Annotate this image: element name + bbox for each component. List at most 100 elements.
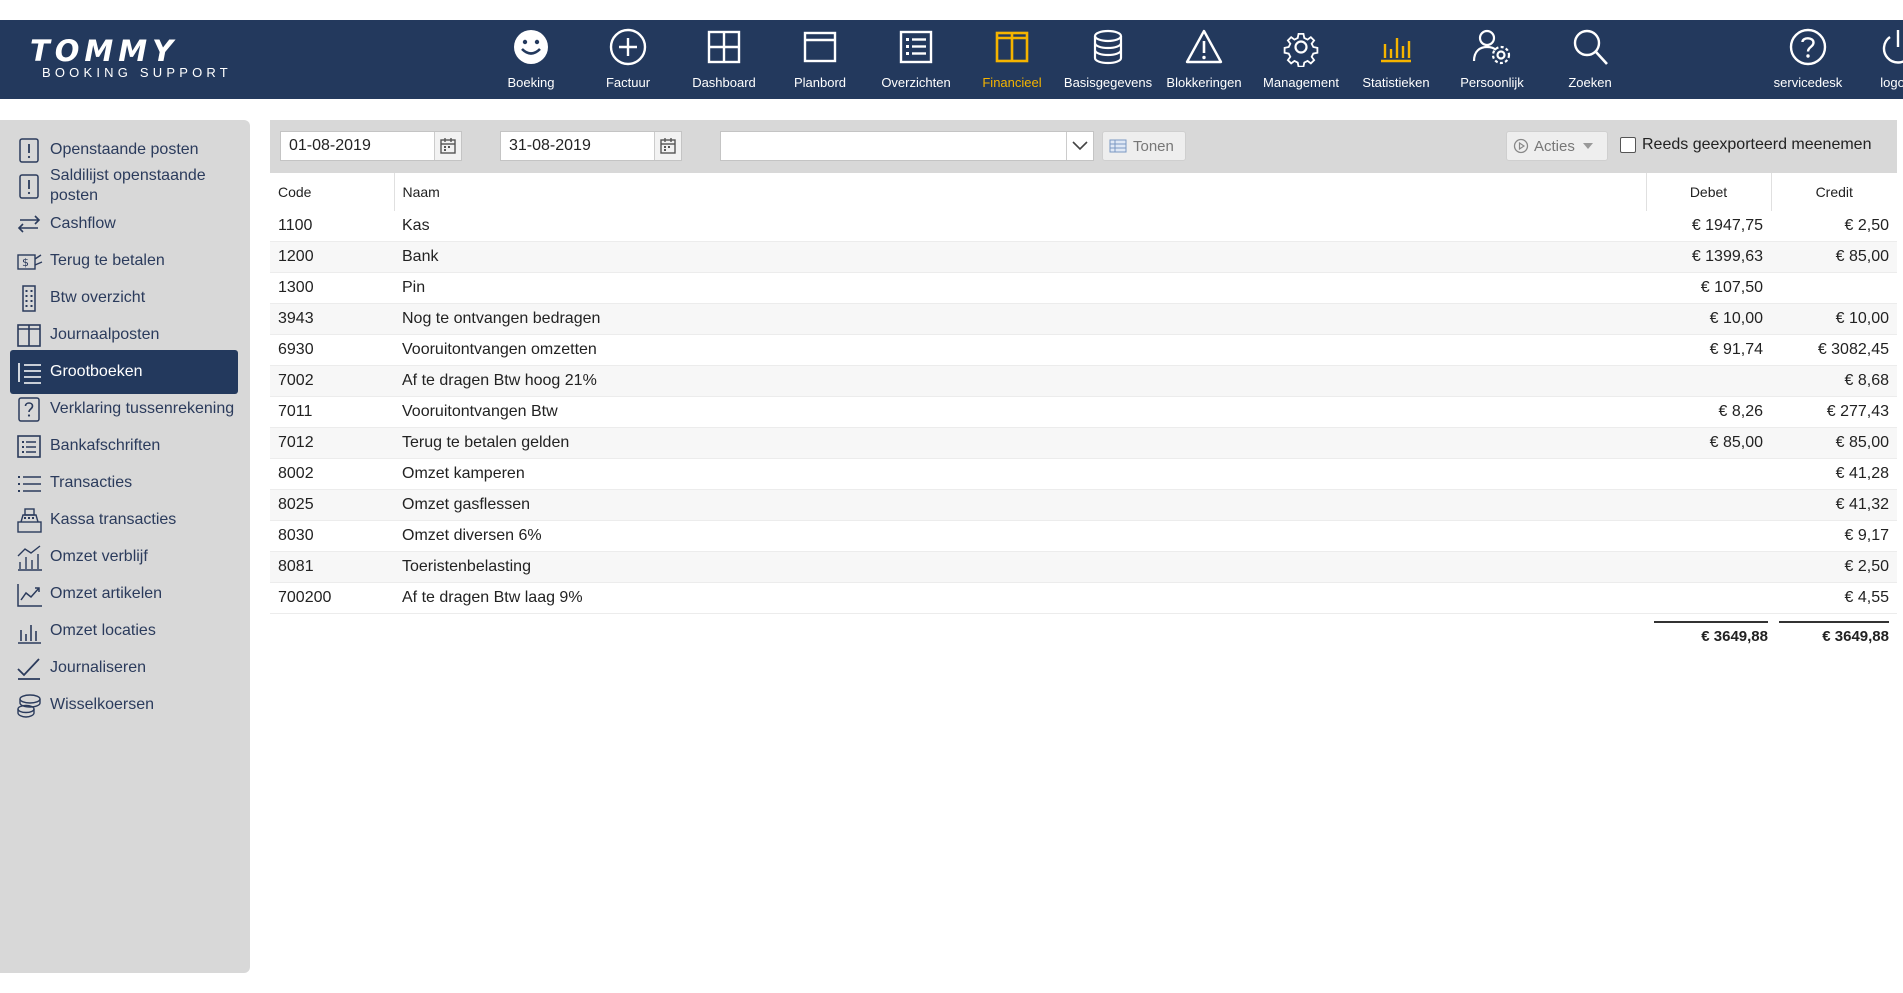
nav-logout[interactable]: logout <box>1848 20 1903 99</box>
column-header-debit[interactable]: Debet <box>1646 173 1772 211</box>
nav-zoeken[interactable]: Zoeken <box>1540 20 1640 99</box>
cell-code: 7011 <box>270 396 394 428</box>
database-icon <box>1093 29 1123 65</box>
tommy-logo[interactable]: TOMMY BOOKING SUPPORT <box>30 36 240 80</box>
nav-financieel[interactable]: Financieel <box>962 20 1062 99</box>
nav-factuur[interactable]: Factuur <box>578 20 678 99</box>
search-icon <box>1573 29 1608 65</box>
column-header-credit[interactable]: Credit <box>1771 173 1897 211</box>
table-row[interactable]: 8030 Omzet diversen 6% € 9,17 <box>270 520 1897 552</box>
cell-credit: € 85,00 <box>1771 427 1897 459</box>
total-credit: € 3649,88 <box>1779 621 1889 645</box>
table-icon <box>1109 139 1127 153</box>
total-debit: € 3649,88 <box>1654 621 1768 645</box>
table-row[interactable]: 1200 Bank € 1399,63 € 85,00 <box>270 241 1897 273</box>
nav-planbord[interactable]: Planbord <box>770 20 870 99</box>
nav-management[interactable]: Management <box>1251 20 1351 99</box>
show-button-label: Tonen <box>1133 137 1174 155</box>
nav-dashboard[interactable]: Dashboard <box>674 20 774 99</box>
table-row[interactable]: 700200 Af te dragen Btw laag 9% € 4,55 <box>270 582 1897 614</box>
table-row[interactable]: 7002 Af te dragen Btw hoog 21% € 8,68 <box>270 365 1897 397</box>
columns-icon <box>17 324 41 347</box>
user-gear-icon <box>1472 29 1511 65</box>
list-box-icon <box>17 435 41 458</box>
date-from-field[interactable]: 01-08-2019 <box>280 131 462 161</box>
cell-credit: € 3082,45 <box>1771 334 1897 366</box>
cell-code: 3943 <box>270 303 394 335</box>
window-icon <box>803 31 837 63</box>
cell-debit: € 107,50 <box>1646 272 1771 304</box>
chevron-down-icon[interactable] <box>1066 132 1093 160</box>
nav-blokkeringen[interactable]: Blokkeringen <box>1154 20 1254 99</box>
sidebar-item-wisselkoersen[interactable]: Wisselkoersen <box>10 683 238 727</box>
cell-code: 1300 <box>270 272 394 304</box>
sidebar: Openstaande posten Saldilijst openstaande… <box>0 120 250 973</box>
cell-debit: € 8,26 <box>1646 396 1771 428</box>
cell-credit: € 9,17 <box>1771 520 1897 552</box>
cell-debit <box>1646 365 1771 397</box>
svg-text:$: $ <box>22 256 29 269</box>
cell-name: Omzet diversen 6% <box>394 520 1646 552</box>
table-row[interactable]: 8002 Omzet kamperen € 41,28 <box>270 458 1897 490</box>
cell-credit: € 277,43 <box>1771 396 1897 428</box>
table-row[interactable]: 1100 Kas € 1947,75 € 2,50 <box>270 211 1897 242</box>
sidebar-item-label: Transacties <box>50 474 133 491</box>
brand-tagline: BOOKING SUPPORT <box>42 65 232 80</box>
nav-label: Financieel <box>982 75 1042 90</box>
bar-chart-icon <box>18 625 41 644</box>
nav-overzichten[interactable]: Overzichten <box>866 20 966 99</box>
sidebar-item-label: Journaliseren <box>50 659 147 676</box>
table-row[interactable]: 7011 Vooruitontvangen Btw € 8,26 € 277,43 <box>270 396 1897 428</box>
date-to-field[interactable]: 31-08-2019 <box>500 131 682 161</box>
sidebar-item-label: Openstaande posten <box>50 141 199 158</box>
cell-code: 1200 <box>270 241 394 273</box>
transfer-arrows-icon <box>17 215 41 233</box>
warning-icon <box>1185 29 1223 64</box>
list-icon <box>899 30 933 64</box>
table-row[interactable]: 1300 Pin € 107,50 <box>270 272 1897 304</box>
nav-boeking[interactable]: Boeking <box>481 20 581 99</box>
cell-debit: € 1947,75 <box>1646 211 1771 242</box>
caret-down-icon <box>1582 143 1593 149</box>
date-from-value: 01-08-2019 <box>289 137 371 154</box>
show-button[interactable]: Tonen <box>1102 131 1186 161</box>
table-row[interactable]: 8081 Toeristenbelasting € 2,50 <box>270 551 1897 583</box>
question-box-icon <box>18 397 40 422</box>
nav-label: Blokkeringen <box>1166 75 1242 90</box>
ledger-select[interactable] <box>720 131 1094 161</box>
sidebar-item-label: Omzet artikelen <box>50 585 163 602</box>
coins-icon <box>17 694 41 718</box>
cell-name: Nog te ontvangen bedragen <box>394 303 1646 335</box>
nav-label: Planbord <box>793 75 847 90</box>
checkmarks-icon <box>17 658 40 680</box>
include-exported-checkbox[interactable] <box>1620 137 1636 153</box>
table-row[interactable]: 3943 Nog te ontvangen bedragen € 10,00 € 10… <box>270 303 1897 335</box>
actions-button[interactable]: Acties <box>1506 131 1608 161</box>
nav-persoonlijk[interactable]: Persoonlijk <box>1442 20 1542 99</box>
nav-servicedesk[interactable]: servicedesk <box>1758 20 1858 99</box>
nav-basisgegevens[interactable]: Basisgegevens <box>1058 20 1158 99</box>
nav-label: Statistieken <box>1362 75 1430 90</box>
cell-debit <box>1646 458 1771 490</box>
sidebar-item-label: Verklaring tussenrekening <box>50 400 235 417</box>
date-to-value: 31-08-2019 <box>509 137 591 154</box>
table-row[interactable]: 6930 Vooruitontvangen omzetten € 91,74 € 30… <box>270 334 1897 366</box>
column-header-name[interactable]: Naam <box>394 173 1647 211</box>
table-row[interactable]: 8025 Omzet gasflessen € 41,32 <box>270 489 1897 521</box>
nav-statistieken[interactable]: Statistieken <box>1346 20 1446 99</box>
sidebar-item-label: Bankafschriften <box>50 437 161 454</box>
nav-label: servicedesk <box>1773 75 1843 90</box>
gear-icon <box>1283 32 1319 67</box>
sidebar-item-label: Omzet verblijf <box>50 548 148 565</box>
cash-register-icon <box>17 508 42 533</box>
cell-credit: € 41,28 <box>1771 458 1897 490</box>
cell-name: Af te dragen Btw hoog 21% <box>394 365 1646 397</box>
cell-debit <box>1646 582 1771 614</box>
cell-credit: € 4,55 <box>1771 582 1897 614</box>
calendar-icon[interactable] <box>654 132 681 160</box>
column-header-code[interactable]: Code <box>270 173 395 211</box>
calendar-icon[interactable] <box>434 132 461 160</box>
sidebar-item-label: Saldilijst openstaande posten <box>50 167 206 204</box>
table-row[interactable]: 7012 Terug te betalen gelden € 85,00 € 85,0… <box>270 427 1897 459</box>
nav-label: Management <box>1263 75 1339 90</box>
